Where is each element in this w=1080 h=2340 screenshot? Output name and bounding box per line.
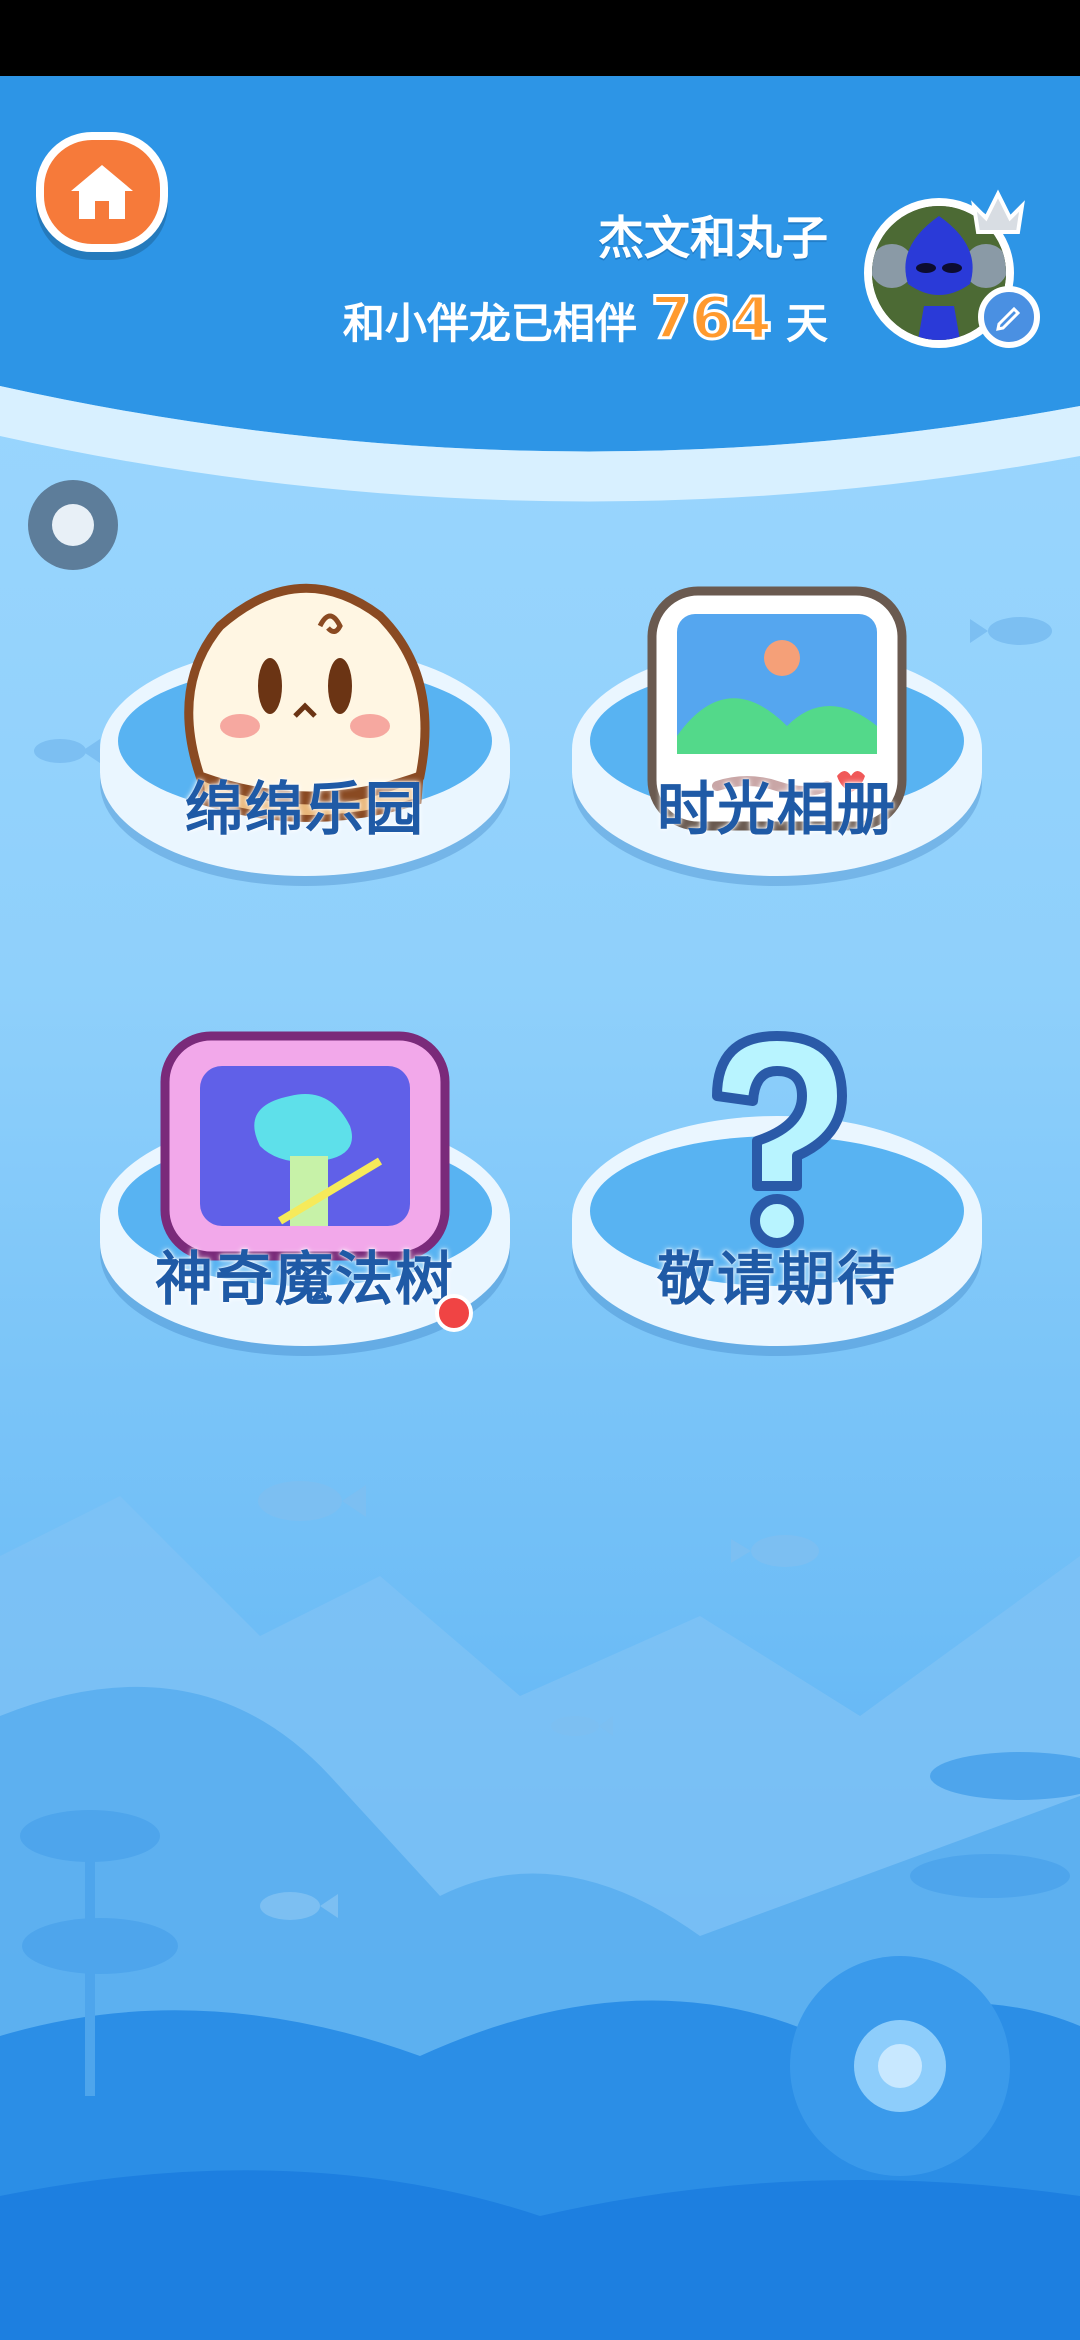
tile-label: 敬请期待: [656, 1245, 897, 1313]
tile-mianmian-park[interactable]: 绵绵乐园: [100, 576, 510, 876]
days-count: 764: [649, 283, 773, 354]
user-name: 杰文和丸子: [598, 211, 828, 265]
status-bar: [0, 0, 1080, 76]
magic-tree-icon: [160, 1031, 450, 1261]
header: 杰文和丸子 和小伴龙已相伴 764 天: [0, 76, 1080, 496]
toggle-button[interactable]: [28, 480, 118, 570]
tile-magic-tree[interactable]: 神奇魔法树: [100, 1031, 510, 1346]
notification-badge: [435, 1294, 473, 1332]
toggle-knob: [52, 504, 94, 546]
crown-icon: [971, 189, 1025, 234]
edit-profile-button[interactable]: [978, 286, 1040, 348]
tile-label: 时光相册: [656, 775, 897, 843]
tile-label: 绵绵乐园: [184, 775, 425, 843]
home-icon: [71, 165, 133, 219]
companion-prefix: 和小伴龙已相伴: [342, 299, 637, 348]
scene: 杰文和丸子 和小伴龙已相伴 764 天 绵绵乐园 时光相册 神奇魔法树 敬请期待: [0, 76, 1080, 2340]
home-button[interactable]: [36, 132, 168, 252]
companion-days: 和小伴龙已相伴 764 天: [342, 283, 828, 354]
tile-coming-soon[interactable]: 敬请期待: [572, 1031, 982, 1346]
companion-suffix: 天: [785, 299, 828, 348]
tile-time-album[interactable]: 时光相册: [572, 576, 982, 876]
question-mark-icon: [712, 1031, 847, 1248]
pencil-icon: [996, 306, 1021, 331]
